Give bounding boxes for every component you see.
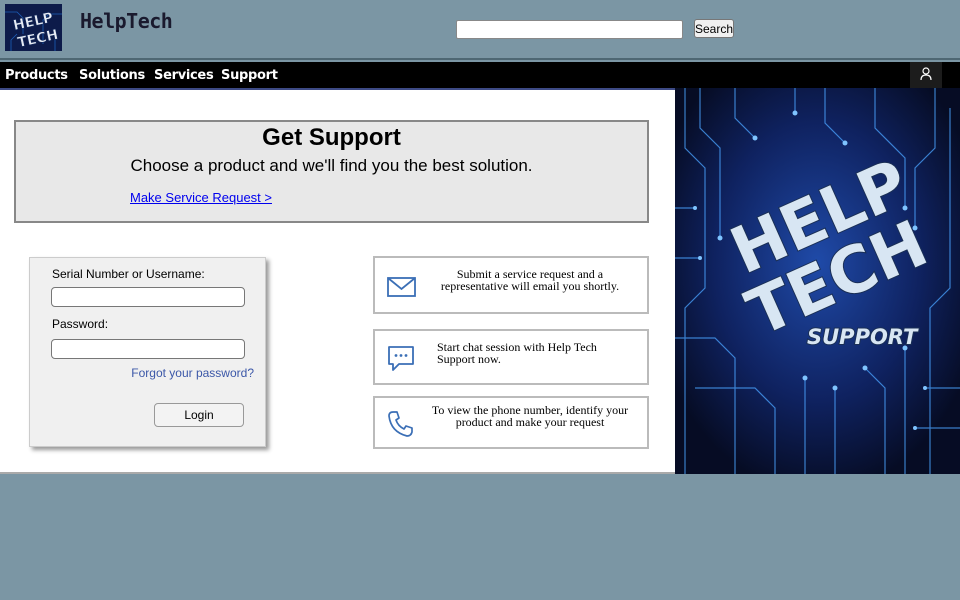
hero-image: HELP TECH SUPPORT [675,88,960,474]
nav-products[interactable]: Products [5,68,68,83]
nav-services[interactable]: Services [154,68,214,83]
phone-option-text: To view the phone number, identify your … [431,403,629,429]
user-icon [920,67,932,81]
main-content: Get Support Choose a product and we'll f… [0,90,675,474]
forgot-password-link[interactable]: Forgot your password? [131,366,254,380]
circuit-board-graphic: HELP TECH SUPPORT [675,88,960,474]
password-input[interactable] [51,339,245,359]
email-option[interactable]: Submit a service request and a represent… [373,256,649,314]
logo-image: HELP TECH [5,4,62,51]
banner-subtitle: Choose a product and we'll find you the … [130,156,533,175]
username-input[interactable] [51,287,245,307]
chat-option-text: Start chat session with Help Tech Suppor… [437,340,597,366]
nav-support[interactable]: Support [221,68,278,83]
get-support-banner: Get Support Choose a product and we'll f… [14,120,649,223]
header: HELP TECH HelpTech Search [0,0,960,60]
username-label: Serial Number or Username: [52,267,205,281]
logo[interactable]: HELP TECH [5,4,62,51]
brand-name: HelpTech [80,9,173,33]
chat-icon [388,346,414,371]
search-button[interactable]: Search [694,19,734,38]
email-option-text: Submit a service request and a represent… [440,267,620,293]
search-input[interactable] [456,20,683,39]
user-account-button[interactable] [910,62,942,88]
email-icon [387,277,416,297]
phone-icon [388,411,413,437]
password-label: Password: [52,317,109,331]
hero-text-support: SUPPORT [807,325,919,349]
main-nav: Products Solutions Services Support [0,62,960,90]
login-button[interactable]: Login [154,403,244,427]
nav-solutions[interactable]: Solutions [79,68,145,83]
login-form: Serial Number or Username: Password: For… [29,257,266,447]
phone-option[interactable]: To view the phone number, identify your … [373,396,649,449]
banner-title: Get Support [262,124,401,151]
chat-option[interactable]: Start chat session with Help Tech Suppor… [373,329,649,385]
service-request-link[interactable]: Make Service Request > [130,190,272,205]
